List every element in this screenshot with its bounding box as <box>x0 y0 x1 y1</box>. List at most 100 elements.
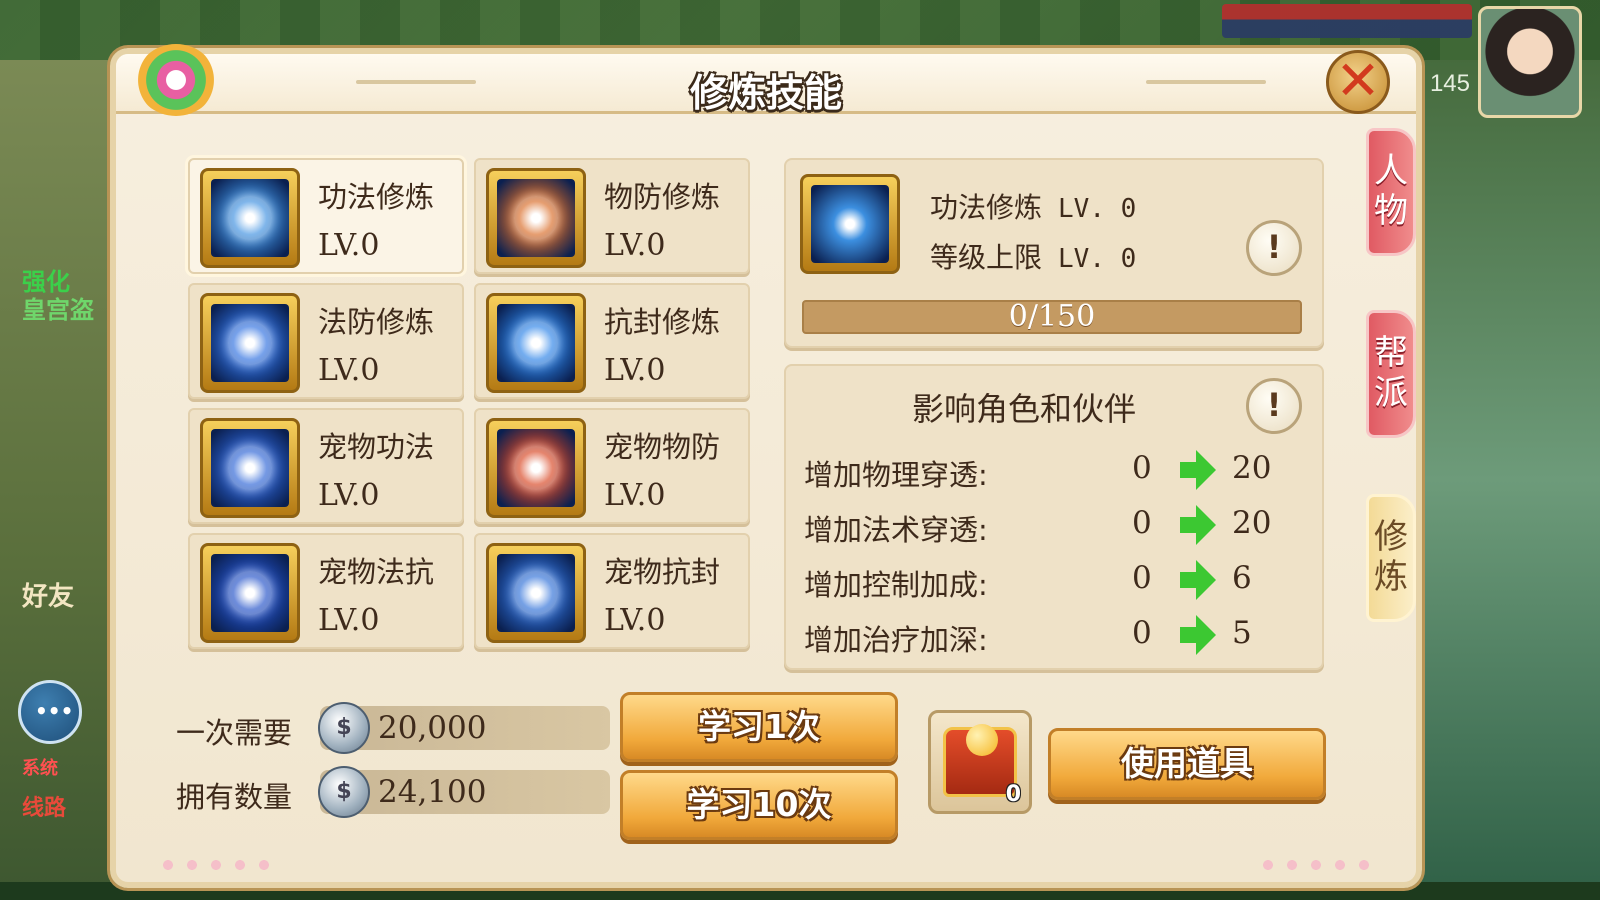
player-avatar[interactable] <box>1478 6 1582 118</box>
cost-own-row: 拥有数量 $ 24,100 <box>176 766 656 818</box>
pet-kangfeng-skill-icon <box>486 543 586 643</box>
learn-once-button[interactable]: 学习1次 <box>620 692 898 762</box>
effects-title: 影响角色和伙伴 <box>911 390 1136 428</box>
skill-name: 宠物物防 <box>604 430 721 464</box>
skill-level: LV.0 <box>318 603 380 638</box>
background-right-scene <box>1400 60 1600 900</box>
effect-new-value: 6 <box>1232 560 1252 596</box>
cost-need-row: 一次需要 $ 20,000 <box>176 702 656 754</box>
hud-number: 145 <box>1429 70 1470 97</box>
effect-old-value: 0 <box>1132 505 1152 541</box>
skill-name: 宠物功法 <box>318 430 435 464</box>
effect-label: 增加治疗加深: <box>804 623 988 657</box>
skill-level: LV.0 <box>604 228 666 263</box>
effect-new-value: 20 <box>1232 450 1272 486</box>
flower-decoration-right <box>1256 854 1376 876</box>
effect-old-value: 0 <box>1132 560 1152 596</box>
skill-name: 抗封修炼 <box>604 305 721 339</box>
cost-need-bar: $ 20,000 <box>318 702 610 754</box>
green-arrow-icon <box>1180 560 1216 600</box>
pet-fakang-skill-icon <box>200 543 300 643</box>
side-tab-cultivation[interactable]: 修炼 <box>1366 494 1416 622</box>
cost-own-bar: $ 24,100 <box>318 766 610 818</box>
skill-card-2[interactable]: 法防修炼 LV.0 <box>188 283 464 399</box>
skill-level: LV.0 <box>318 228 380 263</box>
detail-skill-level: LV. 0 <box>1058 194 1137 224</box>
detail-skill-name: 功法修炼 <box>930 191 1043 224</box>
silver-coin-icon: $ <box>318 702 370 754</box>
close-button[interactable]: ✕ <box>1326 50 1390 114</box>
skill-name: 宠物法抗 <box>318 555 435 589</box>
title-bar: 修炼技能 <box>116 54 1416 115</box>
skill-card-0[interactable]: 功法修炼 LV.0 <box>188 158 464 274</box>
detail-cap-level: LV. 0 <box>1058 244 1137 274</box>
learn-ten-button[interactable]: 学习10次 <box>620 770 898 840</box>
skill-card-5[interactable]: 宠物物防 LV.0 <box>474 408 750 524</box>
effect-label: 增加法术穿透: <box>804 513 988 547</box>
gongfa-skill-icon <box>200 168 300 268</box>
fafang-skill-icon <box>200 293 300 393</box>
skill-name: 物防修炼 <box>604 180 721 214</box>
effect-old-value: 0 <box>1132 615 1152 651</box>
skill-card-3[interactable]: 抗封修炼 LV.0 <box>474 283 750 399</box>
effect-row: 增加物理穿透: 0 20 <box>804 446 1304 496</box>
detail-info-button[interactable]: ! <box>1246 220 1302 276</box>
hp-mp-bars <box>1222 4 1472 38</box>
experience-progress-bar: 0/150 <box>802 300 1302 334</box>
skill-level: LV.0 <box>604 603 666 638</box>
side-tab-guild[interactable]: 帮派 <box>1366 310 1416 438</box>
effect-old-value: 0 <box>1132 450 1152 486</box>
chat-bubble-icon[interactable] <box>18 680 82 744</box>
skill-card-6[interactable]: 宠物法抗 LV.0 <box>188 533 464 649</box>
use-item-button[interactable]: 使用道具 <box>1048 728 1326 800</box>
green-arrow-icon <box>1180 615 1216 655</box>
side-tab-character[interactable]: 人物 <box>1366 128 1416 256</box>
item-count: 0 <box>1005 782 1021 807</box>
detail-skill-icon <box>800 174 900 274</box>
flower-decoration-left <box>156 854 276 876</box>
hud-label-friends[interactable]: 好友 <box>22 576 74 613</box>
pet-gongfa-skill-icon <box>200 418 300 518</box>
hud-label-huanggong: 皇宫盗 <box>22 297 94 324</box>
effect-row: 增加法术穿透: 0 20 <box>804 501 1304 551</box>
detail-cap-label: 等级上限 <box>930 241 1043 274</box>
silver-coin-icon: $ <box>318 766 370 818</box>
hud-label-system: 系统 <box>22 758 58 778</box>
kangfeng-skill-icon <box>486 293 586 393</box>
cost-need-label: 一次需要 <box>176 716 293 750</box>
green-arrow-icon <box>1180 505 1216 545</box>
wufang-skill-icon <box>486 168 586 268</box>
pet-wufang-skill-icon <box>486 418 586 518</box>
skill-detail-box: 功法修炼 LV. 0 等级上限 LV. 0 ! 0/150 <box>784 158 1324 348</box>
skill-name: 法防修炼 <box>318 305 435 339</box>
skill-card-1[interactable]: 物防修炼 LV.0 <box>474 158 750 274</box>
detail-skill-line: 功法修炼 LV. 0 <box>930 186 1136 226</box>
progress-text: 0/150 <box>1008 300 1096 334</box>
cost-need-value: 20,000 <box>378 710 487 746</box>
window-title: 修炼技能 <box>689 71 842 115</box>
effects-info-button[interactable]: ! <box>1246 378 1302 434</box>
hud-label-route: 线路 <box>22 795 67 820</box>
effect-new-value: 5 <box>1232 615 1252 651</box>
title-emblem-icon <box>136 44 216 116</box>
skill-level: LV.0 <box>318 353 380 388</box>
effect-new-value: 20 <box>1232 505 1272 541</box>
cultivation-panel: 修炼技能 ✕ 功法修炼 LV.0 物防修炼 LV.0 法防修炼 LV.0 抗封修炼 LV.0 宠… <box>110 44 1422 888</box>
effect-row: 增加治疗加深: 0 5 <box>804 611 1304 661</box>
skill-name: 功法修炼 <box>318 180 435 214</box>
detail-cap-line: 等级上限 LV. 0 <box>930 236 1136 276</box>
skill-card-4[interactable]: 宠物功法 LV.0 <box>188 408 464 524</box>
skill-level: LV.0 <box>604 478 666 513</box>
effects-box: 影响角色和伙伴 ! 增加物理穿透: 0 20 增加法术穿透: 0 20 增加控制加成: 0 6 增… <box>784 364 1324 670</box>
skill-card-7[interactable]: 宠物抗封 LV.0 <box>474 533 750 649</box>
skill-level: LV.0 <box>318 478 380 513</box>
effect-label: 增加控制加成: <box>804 568 988 602</box>
effect-row: 增加控制加成: 0 6 <box>804 556 1304 606</box>
cost-own-value: 24,100 <box>378 774 487 810</box>
green-arrow-icon <box>1180 450 1216 490</box>
title-ornament-right <box>1146 80 1266 84</box>
skill-name: 宠物抗封 <box>604 555 721 589</box>
item-slot[interactable]: 0 <box>928 710 1032 814</box>
effect-label: 增加物理穿透: <box>804 458 988 492</box>
skill-level: LV.0 <box>604 353 666 388</box>
